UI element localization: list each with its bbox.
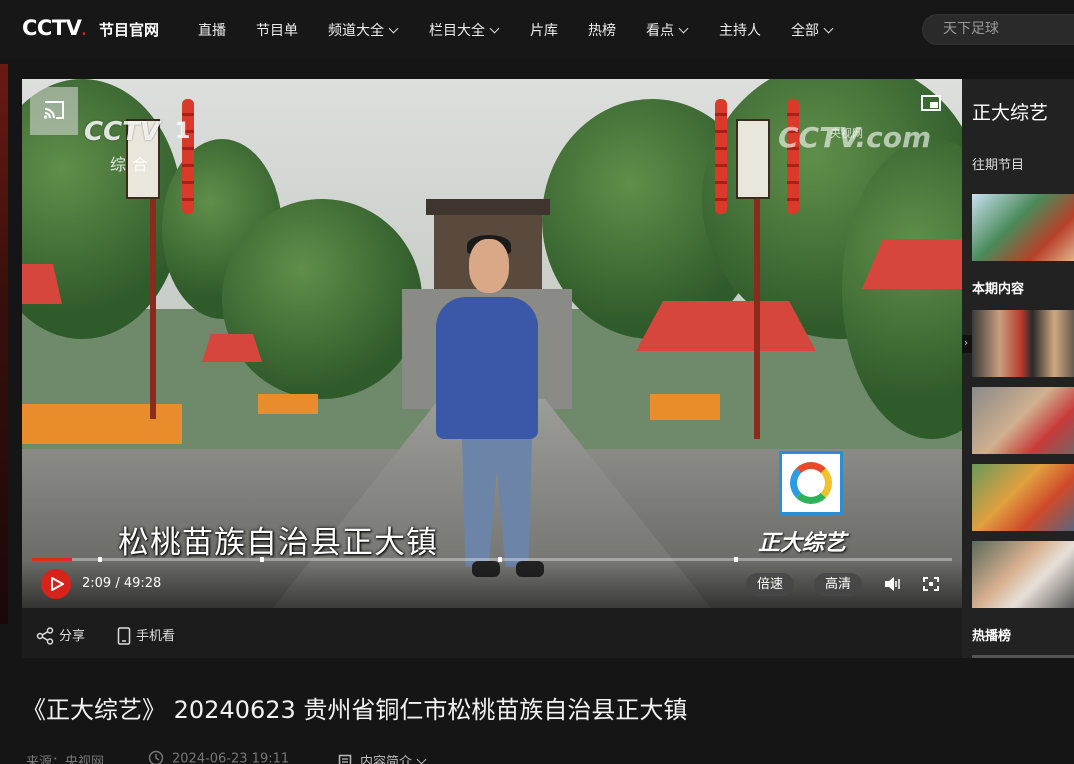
chevron-down-icon xyxy=(823,23,834,34)
fullscreen-button[interactable] xyxy=(923,576,939,595)
site-watermark-sub: 央视网 xyxy=(830,127,863,140)
site-name[interactable]: 节目官网 xyxy=(99,19,159,40)
chevron-down-icon xyxy=(678,23,689,34)
video-date: 2024-06-23 19:11 xyxy=(148,750,290,764)
progress-bar[interactable] xyxy=(32,557,952,562)
clip-thumbnail[interactable] xyxy=(972,464,1074,531)
player-toolbar: 分享 手机看 xyxy=(22,608,962,658)
cast-button[interactable] xyxy=(30,87,78,135)
picture-in-picture-button[interactable] xyxy=(921,95,941,115)
nav-item-highlights[interactable]: 看点 xyxy=(646,20,689,40)
watch-on-mobile-button[interactable]: 手机看 xyxy=(117,625,175,646)
top-nav: CCTV. 节目官网 直播 节目单 频道大全 栏目大全 片库 热榜 看点 主持人… xyxy=(0,0,1074,58)
nav-item-channels[interactable]: 频道大全 xyxy=(328,20,399,40)
video-source: 来源：央视网 xyxy=(26,755,105,764)
clip-thumbnail[interactable] xyxy=(972,387,1074,454)
search-box xyxy=(922,14,1074,45)
clock-icon xyxy=(148,750,164,764)
episode-thumbnail[interactable] xyxy=(972,194,1074,261)
share-button[interactable]: 分享 xyxy=(36,625,85,646)
document-icon xyxy=(338,754,352,764)
nav-item-schedule[interactable]: 节目单 xyxy=(256,20,298,40)
video-subtitle: 松桃苗族自治县正大镇 xyxy=(118,525,438,561)
nav-item-all[interactable]: 全部 xyxy=(791,20,834,40)
nav-item-hosts[interactable]: 主持人 xyxy=(719,20,761,40)
chevron-down-icon xyxy=(416,754,427,764)
nav-item-programs[interactable]: 栏目大全 xyxy=(429,20,500,40)
chapter-marker[interactable] xyxy=(260,557,264,562)
video-date-text: 2024-06-23 19:11 xyxy=(172,751,290,764)
mobile-phone-icon xyxy=(117,626,131,645)
clip-thumbnail[interactable] xyxy=(972,310,1074,377)
volume-icon xyxy=(885,577,900,591)
cast-icon xyxy=(43,101,64,119)
nav-item-live[interactable]: 直播 xyxy=(198,20,226,40)
volume-button[interactable] xyxy=(884,576,900,595)
collapse-arrow-icon[interactable]: › xyxy=(962,335,972,353)
video-title: 《正大综艺》 20240623 贵州省铜仁市松桃苗族自治县正大镇 xyxy=(22,696,688,724)
episode-panel: 正大综艺 往期节目 本期内容 热播榜 › xyxy=(962,79,1074,658)
chevron-down-icon xyxy=(489,23,500,34)
cctv-logo[interactable]: CCTV. xyxy=(22,16,87,40)
progress-fill xyxy=(32,558,73,561)
play-icon xyxy=(51,577,64,591)
channel-number: 1 xyxy=(175,119,191,144)
panel-title[interactable]: 正大综艺 xyxy=(972,98,1048,125)
pip-icon xyxy=(921,95,941,111)
play-button[interactable] xyxy=(41,569,71,599)
nav-item-hot[interactable]: 热榜 xyxy=(588,20,616,40)
content-intro-label: 内容简介 xyxy=(360,755,413,764)
nav-item-library[interactable]: 片库 xyxy=(530,20,558,40)
show-logo-text: 正大综艺 xyxy=(758,531,847,556)
hot-list-label[interactable]: 热播榜 xyxy=(972,625,1011,644)
mobile-label: 手机看 xyxy=(136,629,176,644)
search-input[interactable] xyxy=(943,21,1073,37)
background-edge xyxy=(0,64,8,624)
divider xyxy=(972,655,1074,658)
speed-button[interactable]: 倍速 xyxy=(746,573,794,596)
show-logo xyxy=(779,451,843,515)
share-icon xyxy=(36,626,54,645)
clip-thumbnail[interactable] xyxy=(972,541,1074,608)
video-player[interactable]: CCTV 1 综合 CCTV.com 央视网 正大综艺 松桃苗族自治县正大镇 2… xyxy=(22,79,962,608)
past-episodes-label[interactable]: 往期节目 xyxy=(972,154,1024,173)
quality-button[interactable]: 高清 xyxy=(814,573,862,596)
chevron-down-icon xyxy=(388,23,399,34)
share-label: 分享 xyxy=(59,629,86,644)
fullscreen-icon xyxy=(923,577,939,591)
channel-subname: 综合 xyxy=(110,155,155,174)
chapter-marker[interactable] xyxy=(498,557,502,562)
content-intro-toggle[interactable]: 内容简介 xyxy=(338,751,427,764)
time-display: 2:09 / 49:28 xyxy=(82,576,162,591)
chapter-marker[interactable] xyxy=(734,557,738,562)
current-episode-label[interactable]: 本期内容 xyxy=(972,278,1024,297)
chapter-marker[interactable] xyxy=(98,557,102,562)
channel-watermark: CCTV xyxy=(84,117,161,147)
